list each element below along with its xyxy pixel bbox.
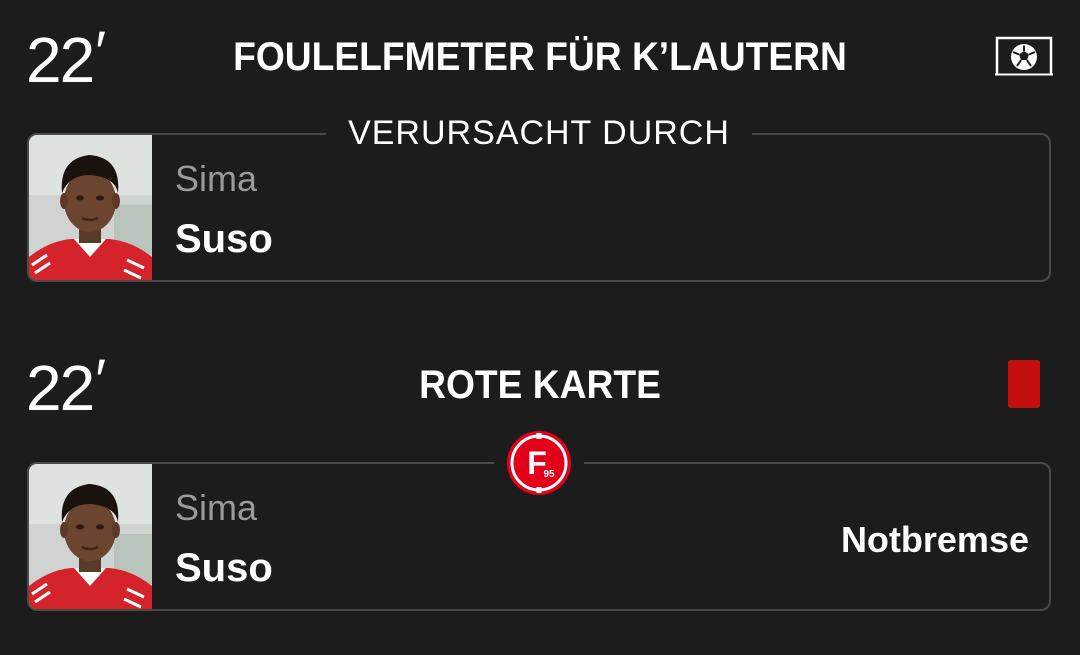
red-card-icon xyxy=(1008,360,1040,408)
player-avatar xyxy=(29,135,152,280)
player-first-name: Sima xyxy=(175,487,258,528)
club-badge-number: 95 xyxy=(543,469,555,480)
event-title: ROTE KARTE xyxy=(419,363,661,407)
penalty-goal-icon xyxy=(995,36,1053,81)
player-last-name: Suso xyxy=(175,546,273,590)
player-last-name: Suso xyxy=(175,217,273,261)
card-caption: VERURSACHT DURCH xyxy=(326,113,752,153)
player-avatar xyxy=(29,464,152,609)
card-reason: Notbremse xyxy=(840,519,1029,560)
event-title: FOULELFMETER FÜR K’LAUTERN xyxy=(233,35,847,79)
player-first-name: Sima xyxy=(175,158,258,199)
player-card[interactable]: F 95 Sima Suso Notbremse xyxy=(27,430,1051,611)
player-card[interactable]: VERURSACHT DURCH Sima Suso xyxy=(27,113,1051,282)
club-badge: F 95 xyxy=(494,430,584,496)
